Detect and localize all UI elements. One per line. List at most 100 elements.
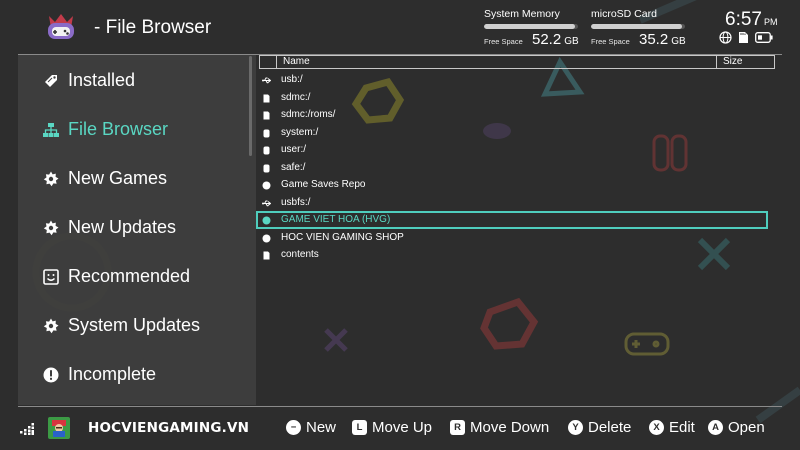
clock-ampm: PM <box>763 17 778 27</box>
hint-label: Open <box>728 419 765 436</box>
sidebar-scrollbar[interactable] <box>249 56 252 156</box>
sidebar-item-new-updates[interactable]: New Updates <box>18 208 256 248</box>
list-item-name: sdmc:/roms/ <box>281 109 336 120</box>
sidebar-item-recommended[interactable]: Recommended <box>18 257 256 297</box>
header-bar: - File Browser System Memory Free Space … <box>0 0 800 56</box>
free-space-value: 52.2 <box>532 31 562 48</box>
list-item[interactable]: system:/ <box>256 125 768 142</box>
file-icon <box>263 94 270 103</box>
sidebar-item-installed[interactable]: Installed <box>18 61 256 101</box>
globe-icon <box>719 31 732 44</box>
storage-bar <box>591 24 685 29</box>
file-icon <box>263 111 270 120</box>
storage-label: System Memory <box>484 8 560 20</box>
globe-icon <box>262 234 271 243</box>
file-list: Name Size usb:/ sdmc:/ sdmc:/roms/ syste… <box>256 55 782 405</box>
sidebar-item-system-updates[interactable]: System Updates <box>18 306 256 346</box>
list-item[interactable]: Game Saves Repo <box>256 177 768 194</box>
list-item[interactable]: sdmc:/roms/ <box>256 107 768 124</box>
status-icons <box>719 31 773 44</box>
sidebar-item-label: Recommended <box>68 266 191 286</box>
sidebar-item-file-browser[interactable]: File Browser <box>18 110 256 150</box>
free-space-unit: GB <box>671 36 686 47</box>
burst-icon <box>43 171 59 187</box>
sidebar-item-label: New Updates <box>68 217 177 237</box>
cylinder-icon <box>263 129 270 138</box>
hint-label: Delete <box>588 419 632 436</box>
sidebar-item-label: New Games <box>68 168 168 188</box>
x-button-icon: X <box>649 420 664 435</box>
a-button-icon: A <box>708 420 723 435</box>
sidebar-item-incomplete[interactable]: Incomplete <box>18 355 256 395</box>
move-up-button-hint[interactable]: L Move Up <box>352 419 432 436</box>
user-avatar-icon[interactable] <box>48 417 70 439</box>
list-item-name: usb:/ <box>281 74 303 85</box>
battery-icon <box>755 32 773 43</box>
y-button-icon: Y <box>568 420 583 435</box>
smile-box-icon <box>43 269 59 285</box>
sidebar-item-new-games[interactable]: New Games <box>18 159 256 199</box>
cylinder-icon <box>263 146 270 155</box>
file-icon <box>263 251 270 260</box>
sidebar-item-label: Installed <box>68 70 136 90</box>
column-header: Name Size <box>259 55 775 69</box>
list-item[interactable]: user:/ <box>256 142 768 159</box>
clock: 6:57 PM <box>725 9 777 31</box>
microsd-meter: microSD Card Free Space 35.2 GB <box>591 8 687 48</box>
storage-bar-fill <box>591 24 683 29</box>
app-logo-icon <box>48 14 74 39</box>
list-item[interactable]: contents <box>256 247 768 264</box>
hint-label: Edit <box>669 419 695 436</box>
free-space-value: 35.2 <box>639 31 669 48</box>
usb-icon <box>262 200 271 207</box>
list-item-name: safe:/ <box>281 162 306 173</box>
storage-bar-fill <box>484 24 576 29</box>
column-size[interactable]: Size <box>723 56 742 67</box>
list-item-name: user:/ <box>281 144 307 155</box>
list-item-name: contents <box>281 249 319 260</box>
list-item-name: system:/ <box>281 127 319 138</box>
globe-icon <box>262 216 271 225</box>
system-memory-meter: System Memory Free Space 52.2 GB <box>484 8 580 48</box>
signal-icon <box>20 423 34 435</box>
list-item-name: usbfs:/ <box>281 197 311 208</box>
column-name[interactable]: Name <box>283 56 310 67</box>
list-item[interactable]: HOC VIEN GAMING SHOP <box>256 230 768 247</box>
list-item-selected[interactable]: GAME VIET HOA (HVG) <box>256 211 768 229</box>
select-all-checkbox[interactable] <box>260 56 277 68</box>
clock-time: 6:57 <box>725 9 762 30</box>
globe-icon <box>262 181 271 190</box>
burst-icon <box>43 220 59 236</box>
sidebar-item-label: File Browser <box>68 119 169 139</box>
tag-icon <box>45 75 57 87</box>
storage-bar <box>484 24 578 29</box>
sidebar: Installed File Browser New Games New Upd… <box>18 55 256 405</box>
open-button-hint[interactable]: A Open <box>708 419 765 436</box>
exclamation-icon <box>43 367 59 383</box>
list-item-name: sdmc:/ <box>281 92 311 103</box>
brand-watermark: HOCVIENGAMING.VN <box>88 420 250 436</box>
free-space-unit: GB <box>564 36 579 47</box>
usb-icon <box>262 77 271 84</box>
list-item[interactable]: usbfs:/ <box>256 195 768 212</box>
hint-label: New <box>306 419 337 436</box>
free-space-label: Free Space <box>484 37 523 46</box>
storage-label: microSD Card <box>591 8 657 20</box>
list-item-name: GAME VIET HOA (HVG) <box>281 214 391 225</box>
edit-button-hint[interactable]: X Edit <box>649 419 695 436</box>
list-item[interactable]: sdmc:/ <box>256 90 768 107</box>
list-item[interactable]: safe:/ <box>256 160 768 177</box>
r-button-icon: R <box>450 420 465 435</box>
sidebar-item-label: System Updates <box>68 315 201 335</box>
footer-bar: HOCVIENGAMING.VN − New L Move Up R Move … <box>0 407 800 450</box>
list-item-name: Game Saves Repo <box>281 179 366 190</box>
hint-label: Move Down <box>470 419 550 436</box>
list-item-name: HOC VIEN GAMING SHOP <box>281 232 404 243</box>
page-title: - File Browser <box>94 17 212 38</box>
l-button-icon: L <box>352 420 367 435</box>
list-item[interactable]: usb:/ <box>256 72 768 89</box>
new-button-hint[interactable]: − New <box>286 419 336 436</box>
cylinder-icon <box>263 164 270 173</box>
delete-button-hint[interactable]: Y Delete <box>568 419 631 436</box>
move-down-button-hint[interactable]: R Move Down <box>450 419 549 436</box>
